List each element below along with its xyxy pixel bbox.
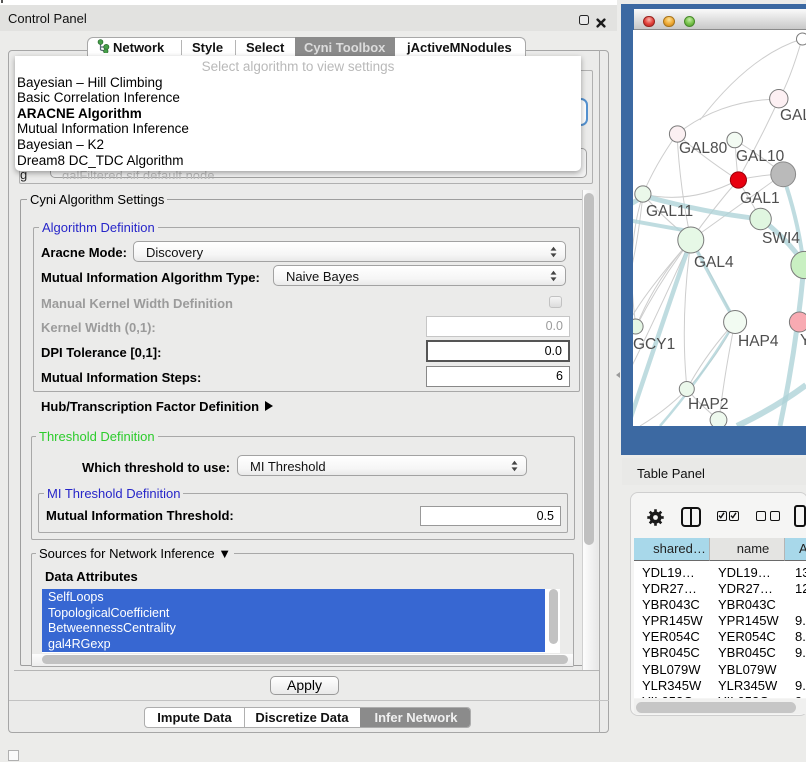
svg-text:SWI4: SWI4 [762,230,800,247]
svg-text:Y: Y [800,332,806,349]
svg-text:GAL80: GAL80 [679,140,728,157]
svg-text:GAL1: GAL1 [740,190,780,207]
svg-text:GAL4: GAL4 [694,254,734,271]
svg-text:GAL80: GAL80 [780,107,806,124]
svg-text:GCY1: GCY1 [633,336,675,353]
svg-text:GAL11: GAL11 [646,203,693,220]
svg-text:GAL10: GAL10 [736,148,785,165]
svg-text:HAP4: HAP4 [738,333,779,350]
svg-text:HAP2: HAP2 [688,396,729,413]
